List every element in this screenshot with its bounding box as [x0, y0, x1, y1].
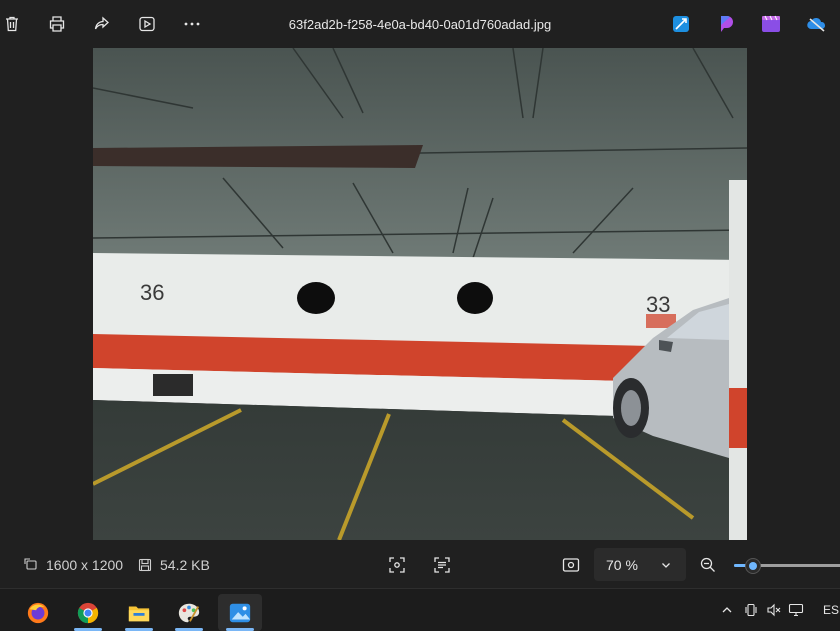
- dimensions-icon: [24, 558, 37, 570]
- taskbar: ESP: [0, 588, 840, 631]
- ceiling-beam: [93, 145, 423, 168]
- chevron-up-icon[interactable]: [720, 603, 734, 617]
- slideshow-icon[interactable]: [133, 10, 161, 38]
- onedrive-icon[interactable]: [806, 13, 828, 35]
- designer-icon[interactable]: [670, 13, 692, 35]
- pillar: [729, 180, 747, 540]
- network-icon[interactable]: [788, 603, 804, 617]
- image-viewer[interactable]: 36 33: [0, 48, 840, 542]
- chrome-icon[interactable]: [66, 594, 110, 631]
- visual-search-icon[interactable]: [385, 553, 409, 577]
- file-size: 54.2 KB: [138, 542, 210, 588]
- more-icon[interactable]: [178, 10, 206, 38]
- spot-number-right: 33: [646, 292, 670, 317]
- clipchamp-icon[interactable]: [715, 13, 737, 35]
- photo[interactable]: 36 33: [93, 48, 747, 540]
- zoom-value: 70 %: [606, 556, 638, 573]
- zoom-dropdown[interactable]: 70 %: [594, 548, 686, 581]
- text-scan-icon[interactable]: [430, 553, 454, 577]
- phone-link-icon[interactable]: [744, 603, 758, 617]
- dimensions-text: 1600 x 1200: [46, 557, 124, 573]
- paint-icon[interactable]: [167, 594, 211, 631]
- top-toolbar: 63f2ad2b-f258-4e0a-bd40-0a01d760adad.jpg: [0, 0, 840, 48]
- photos-icon[interactable]: [218, 594, 262, 631]
- chevron-down-icon: [662, 563, 670, 568]
- print-icon[interactable]: [43, 10, 71, 38]
- zoom-slider[interactable]: [734, 558, 840, 574]
- volume-muted-icon[interactable]: [766, 603, 782, 617]
- file-name: 63f2ad2b-f258-4e0a-bd40-0a01d760adad.jpg: [288, 17, 552, 32]
- system-tray: [720, 589, 804, 631]
- firefox-icon[interactable]: [16, 594, 60, 631]
- video-editor-icon[interactable]: [760, 13, 782, 35]
- wall-vent: [153, 374, 193, 396]
- pillar-stripe: [729, 388, 747, 448]
- fit-to-window-icon[interactable]: [559, 553, 583, 577]
- file-size-text: 54.2 KB: [160, 557, 210, 573]
- zoom-out-icon[interactable]: [696, 553, 720, 577]
- redaction-right: [457, 282, 493, 314]
- share-icon[interactable]: [88, 10, 116, 38]
- delete-icon[interactable]: [0, 10, 26, 38]
- zoom-slider-thumb[interactable]: [745, 558, 761, 574]
- spot-number-left: 36: [140, 280, 164, 305]
- redaction-left: [297, 282, 335, 314]
- image-dimensions: 1600 x 1200: [24, 542, 123, 588]
- save-icon: [138, 558, 152, 572]
- language-indicator[interactable]: ESP: [823, 603, 840, 617]
- file-explorer-icon[interactable]: [117, 594, 161, 631]
- status-bar: 1600 x 1200 54.2 KB 70 %: [0, 542, 840, 588]
